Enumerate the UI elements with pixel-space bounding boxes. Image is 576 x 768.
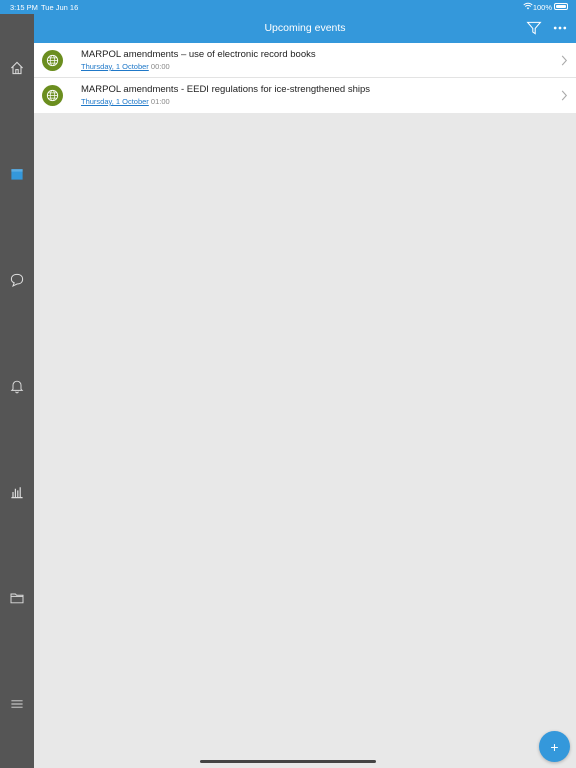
filter-icon[interactable] <box>526 20 542 36</box>
event-date-link[interactable]: Thursday, 1 October <box>81 97 149 106</box>
plus-icon: + <box>550 738 559 755</box>
bar-chart-icon[interactable] <box>8 483 26 501</box>
status-bar: 3:15 PM Tue Jun 16 100% <box>0 0 576 14</box>
event-date-link[interactable]: Thursday, 1 October <box>81 62 149 71</box>
add-button[interactable]: + <box>539 731 570 762</box>
globe-icon <box>42 50 63 71</box>
folder-icon[interactable] <box>8 589 26 607</box>
sidebar <box>0 14 34 768</box>
event-time: 00:00 <box>150 62 170 71</box>
chevron-right-icon <box>561 55 568 66</box>
calendar-icon[interactable] <box>8 165 26 183</box>
event-title: MARPOL amendments – use of electronic re… <box>81 49 316 60</box>
wifi-icon <box>523 2 533 10</box>
home-icon[interactable] <box>8 59 26 77</box>
chat-icon[interactable] <box>8 271 26 289</box>
event-datetime: Thursday, 1 October 00:00 <box>81 62 170 71</box>
event-row[interactable]: MARPOL amendments - EEDI regulations for… <box>34 78 576 113</box>
chevron-right-icon <box>561 90 568 101</box>
event-list: MARPOL amendments – use of electronic re… <box>34 43 576 113</box>
battery-icon <box>554 3 568 10</box>
status-date: Tue Jun 16 <box>41 3 79 12</box>
page-title: Upcoming events <box>264 22 346 34</box>
event-time: 01:00 <box>150 97 170 106</box>
event-datetime: Thursday, 1 October 01:00 <box>81 97 170 106</box>
battery-percent: 100% <box>532 3 552 12</box>
home-indicator[interactable] <box>200 760 376 763</box>
event-row[interactable]: MARPOL amendments – use of electronic re… <box>34 43 576 78</box>
status-time: 3:15 PM <box>10 3 38 12</box>
event-title: MARPOL amendments - EEDI regulations for… <box>81 84 371 95</box>
menu-icon[interactable] <box>8 695 26 713</box>
globe-icon <box>42 85 63 106</box>
bell-icon[interactable] <box>8 377 26 395</box>
nav-bar: Upcoming events <box>34 14 576 43</box>
more-icon[interactable] <box>552 20 568 36</box>
